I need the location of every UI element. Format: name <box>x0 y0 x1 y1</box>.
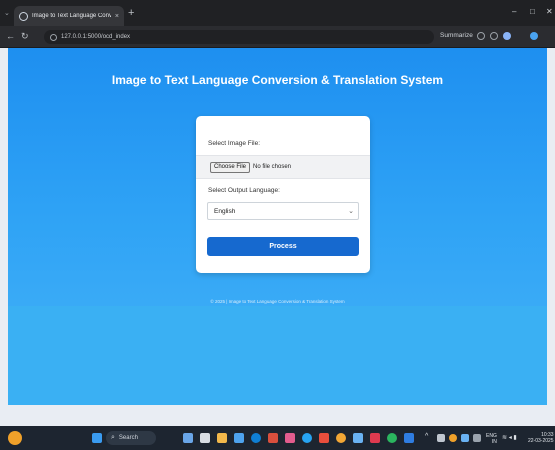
tray-icon-4[interactable] <box>473 434 481 442</box>
selected-language: English <box>214 208 236 215</box>
bookmark-star-icon[interactable] <box>490 32 498 40</box>
output-language-select[interactable]: English ⌄ <box>207 202 359 220</box>
app-icon-2[interactable] <box>302 433 312 443</box>
app-icon-3[interactable] <box>319 433 329 443</box>
url-text: 127.0.0.1:5000/ocd_index <box>61 34 131 40</box>
store-icon[interactable] <box>234 433 244 443</box>
office-icon[interactable] <box>268 433 278 443</box>
windows-start-icon[interactable] <box>92 433 102 443</box>
address-bar: ← ↻ 127.0.0.1:5000/ocd_index Summarize <box>0 26 555 48</box>
wifi-speaker-battery-icons[interactable]: ≋ ◂ ▮ <box>502 434 517 441</box>
summarize-button[interactable]: Summarize <box>440 32 473 39</box>
folder-icon[interactable] <box>217 433 227 443</box>
chevron-up-icon[interactable]: ^ <box>425 433 428 440</box>
file-input[interactable]: Choose File No file chosen <box>196 155 370 179</box>
page-lower-band <box>8 306 547 405</box>
upload-form-card: Select Image File: Choose File No file c… <box>196 116 370 273</box>
no-file-text: No file chosen <box>253 164 292 170</box>
edge-icon[interactable] <box>251 433 261 443</box>
browser-tab-bar: ⌄ Image to Text Language Conversio × + –… <box>0 0 555 26</box>
app-icon-5[interactable] <box>370 433 380 443</box>
tray-icon-2[interactable] <box>449 434 457 442</box>
chevron-down-icon: ⌄ <box>348 208 354 215</box>
page-footer: © 2025 | Image to Text Language Conversi… <box>210 299 345 304</box>
date: 22-03-2025 <box>528 438 554 444</box>
page-title: Image to Text Language Conversion & Tran… <box>111 73 444 87</box>
taskbar: ⌕ Search ^ ENG IN ≋ ◂ ▮ 10:33 22-03-2025 <box>0 426 555 450</box>
extension-icon[interactable] <box>477 32 485 40</box>
app-icon-1[interactable] <box>285 433 295 443</box>
process-button[interactable]: Process <box>207 237 359 256</box>
clock[interactable]: 10:33 22-03-2025 <box>528 432 554 444</box>
maximize-icon[interactable]: □ <box>530 7 535 16</box>
choose-file-button[interactable]: Choose File <box>210 162 251 173</box>
tab-close-icon[interactable]: × <box>115 13 119 20</box>
app-icon-4[interactable] <box>353 433 363 443</box>
site-info-icon[interactable] <box>50 33 57 41</box>
app-icon-6[interactable] <box>387 433 397 443</box>
page-viewport: Image to Text Language Conversion & Tran… <box>8 48 547 405</box>
screen: ⌄ Image to Text Language Conversio × + –… <box>0 0 555 450</box>
close-window-icon[interactable]: ✕ <box>546 7 553 16</box>
globe-icon <box>19 11 28 21</box>
reload-icon[interactable]: ↻ <box>21 31 29 41</box>
browser-tab[interactable]: Image to Text Language Conversio × <box>14 6 124 26</box>
image-file-label: Select Image File: <box>208 140 261 147</box>
search-icon: ⌕ <box>111 434 115 441</box>
back-icon[interactable]: ← <box>6 31 15 41</box>
tray-icon-3[interactable] <box>461 434 469 442</box>
search-label: Search <box>118 435 138 441</box>
copilot-icon[interactable] <box>530 32 538 40</box>
output-language-label: Select Output Language: <box>208 187 280 194</box>
tab-title: Image to Text Language Conversio <box>32 13 111 19</box>
chrome-icon[interactable] <box>336 433 346 443</box>
taskbar-search[interactable]: ⌕ Search <box>106 431 156 445</box>
minimize-icon[interactable]: – <box>512 7 516 16</box>
tray-icon-1[interactable] <box>437 434 445 442</box>
weather-icon[interactable] <box>8 431 22 445</box>
language-indicator[interactable]: ENG IN <box>486 433 497 445</box>
tab-search-icon[interactable]: ⌄ <box>4 9 10 17</box>
profile-avatar-icon[interactable] <box>503 32 511 40</box>
widgets-icon[interactable] <box>183 433 193 443</box>
file-explorer-icon[interactable] <box>200 433 210 443</box>
url-field[interactable]: 127.0.0.1:5000/ocd_index <box>44 30 434 44</box>
new-tab-button[interactable]: + <box>128 8 134 19</box>
vscode-icon[interactable] <box>404 433 414 443</box>
